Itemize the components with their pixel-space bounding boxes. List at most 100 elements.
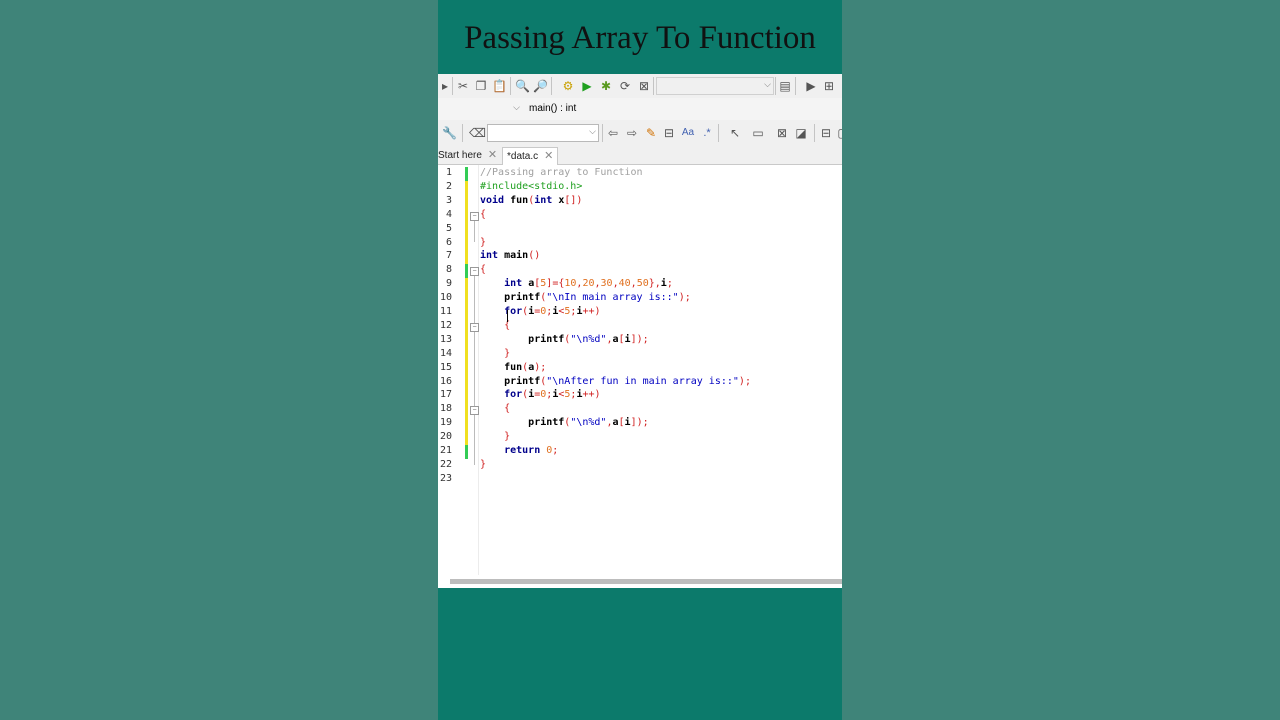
fold-toggle-icon[interactable]: − xyxy=(470,211,479,221)
code-line: return 0; xyxy=(504,445,559,456)
video-title: Passing Array To Function xyxy=(464,20,816,56)
find-icon[interactable]: 🔍 xyxy=(515,79,530,93)
regex-icon[interactable]: .* xyxy=(700,126,714,140)
code-line: { xyxy=(480,208,487,220)
code-editor[interactable]: 1 2 3 4 5 6 7 8 9 10 11 12 13 14 15 16 17 18 19 20 21 22 23− − −… xyxy=(438,165,842,575)
cursor-icon[interactable]: ↖ xyxy=(728,126,742,140)
fold-toggle-icon[interactable]: − xyxy=(470,267,479,277)
replace-icon[interactable]: 🔎 xyxy=(533,79,548,93)
ide-window: ▸ ✂ ❐ 📋 🔍 🔎 ⚙ ▶ ✱ ⟳ ⊠ ⌵ ▤ ▶ ⊞ ⌵ main():… xyxy=(438,74,842,588)
decision-icon[interactable]: ⊠ xyxy=(775,126,789,140)
change-marker xyxy=(465,264,468,279)
code-line: } xyxy=(504,431,511,443)
forward-icon[interactable]: ⇨ xyxy=(625,126,639,140)
line-number: 3 xyxy=(445,194,452,206)
debug-windows-icon[interactable]: ⊞ xyxy=(822,79,836,93)
line-number: 14 xyxy=(439,347,452,359)
code-line: printf("\n%d",a[i]); xyxy=(528,417,649,429)
tab-start-here[interactable]: Start here ✕ xyxy=(438,147,497,164)
run-icon[interactable]: ▶ xyxy=(580,79,594,93)
rebuild-icon[interactable]: ⟳ xyxy=(618,79,632,93)
paste-icon[interactable]: 📋 xyxy=(492,79,507,93)
code-line: #include<stdio.h> xyxy=(480,180,583,192)
code-line: { xyxy=(504,319,511,331)
change-marker xyxy=(465,180,468,265)
horizontal-scrollbar[interactable] xyxy=(450,579,842,584)
fold-toggle-icon[interactable]: − xyxy=(470,322,479,332)
code-line: void fun(int x[]) xyxy=(480,194,583,206)
line-number: 15 xyxy=(439,361,452,373)
build-target-select[interactable]: ⌵ xyxy=(656,77,774,95)
document-icon[interactable]: ▤ xyxy=(778,79,792,93)
fold-line xyxy=(474,415,475,438)
code-line: } xyxy=(480,236,487,248)
video-frame: Passing Array To Function ▸ ✂ ❐ 📋 🔍 🔎 ⚙ … xyxy=(438,0,842,720)
code-line: printf("\n%d",a[i]); xyxy=(528,333,649,345)
line-number: 20 xyxy=(439,431,452,443)
line-number: 19 xyxy=(439,417,452,429)
tab-data-c[interactable]: *data.c ✕ xyxy=(502,147,559,165)
line-number: 21 xyxy=(439,445,452,456)
code-line: } xyxy=(504,347,511,359)
line-number: 17 xyxy=(439,389,452,401)
change-marker xyxy=(465,445,468,459)
build-and-run-icon[interactable]: ✱ xyxy=(599,79,613,93)
editor-tabs: Start here ✕ *data.c ✕ xyxy=(438,146,842,165)
window-icon[interactable]: ⊟ xyxy=(819,126,833,140)
code-completion-toolbar: ⌵ main() : int xyxy=(438,98,842,121)
text-cursor xyxy=(507,310,508,322)
code-line: //Passing array to Function xyxy=(480,167,643,178)
function-select-value: main() : int xyxy=(529,103,577,114)
search-toolbar: 🔧 ⌫ ⌵ ⇦ ⇨ ✎ ⊟ Aa .* ↖ ▭ ⊠ ◪ ⊟ ▢ xyxy=(438,120,842,147)
line-number: 23 xyxy=(439,472,452,484)
fold-line xyxy=(474,331,475,354)
line-number-gutter: 1 2 3 4 5 6 7 8 9 10 11 12 13 14 15 16 17 18 19 20 21 22 23− − −… xyxy=(438,165,479,575)
code-line: } xyxy=(480,458,487,470)
line-number: 13 xyxy=(439,333,452,345)
line-number: 8 xyxy=(445,264,452,276)
copy-icon[interactable]: ❐ xyxy=(474,79,488,93)
code-line: { xyxy=(480,264,487,276)
cut-icon[interactable]: ✂ xyxy=(456,79,470,93)
build-icon[interactable]: ⚙ xyxy=(561,79,575,93)
search-combo[interactable]: ⌵ xyxy=(487,124,599,142)
fold-line xyxy=(474,220,475,243)
arrow-icon[interactable]: ▸ xyxy=(438,79,452,93)
fold-toggle-icon[interactable]: − xyxy=(470,406,479,416)
panel-icon[interactable]: ▢ xyxy=(836,126,842,140)
code-line: for(i=0;i<5;i++) xyxy=(504,306,601,317)
chevron-down-icon: ⌵ xyxy=(513,102,520,112)
line-number: 18 xyxy=(439,403,452,415)
debug-continue-icon[interactable]: ▶ xyxy=(804,79,818,93)
line-number: 11 xyxy=(439,306,452,317)
selected-text-icon[interactable]: ⊟ xyxy=(662,126,676,140)
code-line: printf("\nAfter fun in main array is::")… xyxy=(504,375,751,387)
line-number: 5 xyxy=(445,222,452,234)
abort-icon[interactable]: ⊠ xyxy=(637,79,651,93)
close-icon[interactable]: ✕ xyxy=(488,149,497,161)
block-icon[interactable]: ▭ xyxy=(751,126,765,140)
highlight-icon[interactable]: ✎ xyxy=(644,126,658,140)
code-line: int a[5]={10,20,30,40,50},i; xyxy=(504,278,673,290)
chevron-down-icon: ⌵ xyxy=(589,126,596,136)
code-line: for(i=0;i<5;i++) xyxy=(504,389,601,401)
loop-icon[interactable]: ◪ xyxy=(794,126,808,140)
close-icon[interactable]: ✕ xyxy=(544,150,553,162)
line-number: 10 xyxy=(439,292,452,304)
back-icon[interactable]: ⇦ xyxy=(606,126,620,140)
change-marker xyxy=(465,167,468,181)
change-marker xyxy=(465,278,468,445)
line-number: 16 xyxy=(439,375,452,387)
clear-icon[interactable]: ⌫ xyxy=(469,126,486,140)
wrench-icon[interactable]: 🔧 xyxy=(442,126,457,140)
line-number: 7 xyxy=(445,250,452,262)
scope-select[interactable]: ⌵ xyxy=(438,101,522,117)
line-number: 2 xyxy=(445,180,452,192)
main-toolbar: ▸ ✂ ❐ 📋 🔍 🔎 ⚙ ▶ ✱ ⟳ ⊠ ⌵ ▤ ▶ ⊞ xyxy=(438,74,842,99)
match-case-icon[interactable]: Aa xyxy=(681,126,695,140)
line-number: 12 xyxy=(439,319,452,331)
function-select[interactable]: main() : int xyxy=(525,101,842,117)
code-line: fun(a); xyxy=(504,361,547,373)
line-number: 9 xyxy=(445,278,452,290)
